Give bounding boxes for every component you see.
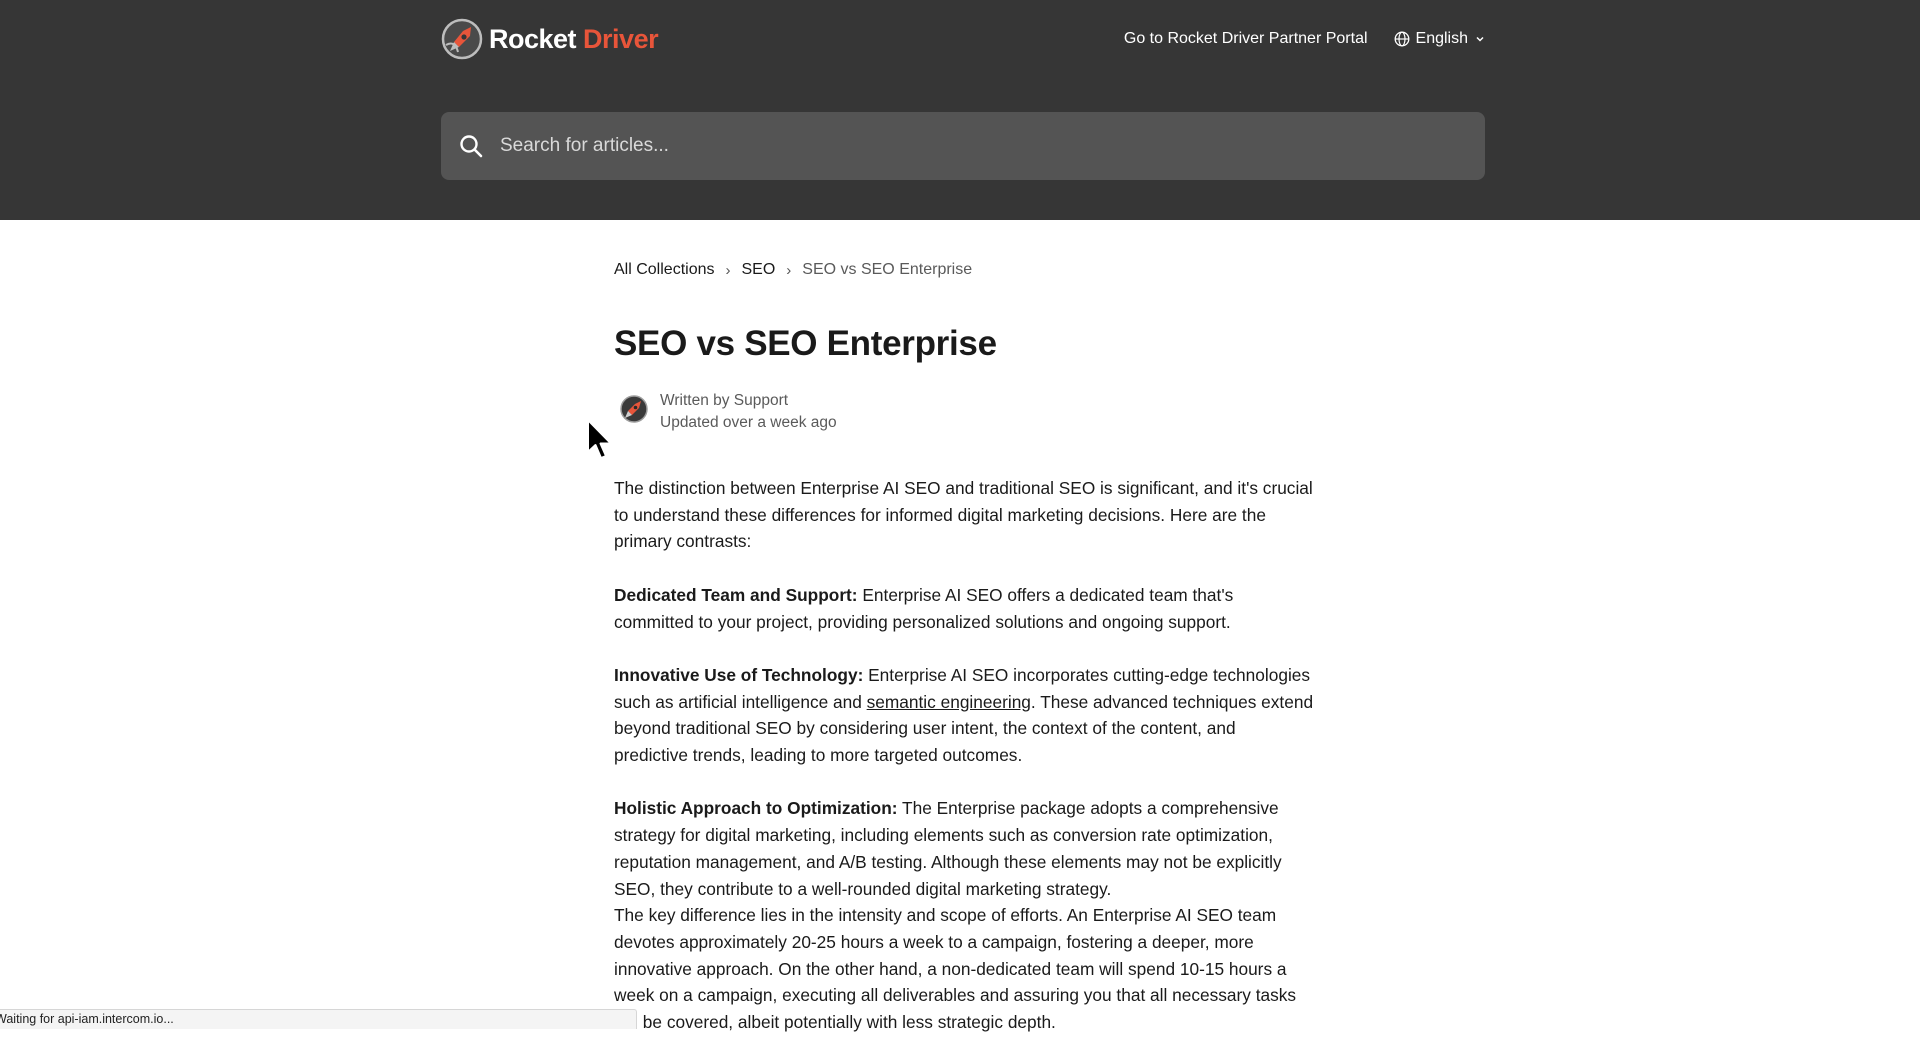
semantic-engineering-link[interactable]: semantic engineering [867,692,1031,712]
language-label: English [1415,30,1468,47]
section-heading: Holistic Approach to Optimization: [614,798,898,819]
breadcrumb-separator: › [786,261,792,279]
header-inner: Rocket Driver Go to Rocket Driver Partne… [441,0,1485,220]
chevron-down-icon [1476,36,1484,42]
header-nav: Go to Rocket Driver Partner Portal Engli… [1124,26,1485,52]
author-avatar [620,395,648,423]
logo-word-rocket: Rocket [489,23,577,54]
language-selector[interactable]: English [1394,30,1485,48]
breadcrumb: All Collections › SEO › SEO vs SEO Enter… [614,261,1314,279]
written-by: Written by Support [660,392,789,409]
rocket-logo-icon [441,18,483,60]
article-intro: The distinction between Enterprise AI SE… [614,478,1313,552]
breadcrumb-separator: › [725,261,731,279]
site-header: Rocket Driver Go to Rocket Driver Partne… [0,0,1920,220]
article-body: The distinction between Enterprise AI SE… [614,475,1314,1036]
article-title: SEO vs SEO Enterprise [614,324,997,363]
logo-word-driver: Driver [583,23,659,54]
breadcrumb-all-collections[interactable]: All Collections [614,261,714,279]
status-text: Waiting for api-iam.intercom.io... [0,1012,174,1026]
section-heading: Innovative Use of Technology: [614,664,864,685]
search-bar[interactable] [441,112,1485,180]
rocket-driver-logo[interactable]: Rocket Driver [441,18,659,60]
article-content: All Collections › SEO › SEO vs SEO Enter… [614,220,1314,1062]
search-icon [458,133,484,159]
section-innovative-technology: Innovative Use of Technology: Enterprise… [614,662,1314,769]
section-holistic-approach: Holistic Approach to Optimization: The E… [614,795,1314,902]
breadcrumb-current: SEO vs SEO Enterprise [802,261,973,278]
author-block: Written by Support Updated over a week a… [614,390,1314,434]
section-dedicated-team: Dedicated Team and Support: Enterprise A… [614,582,1314,635]
logo-wordmark: Rocket Driver [489,23,659,55]
section-heading: Dedicated Team and Support: [614,584,858,605]
author-meta: Written by Support Updated over a week a… [660,390,837,434]
updated-time: Updated over a week ago [660,414,837,431]
breadcrumb-seo[interactable]: SEO [741,261,775,279]
article-closing: The key difference lies in the intensity… [614,905,1297,1033]
search-input[interactable] [498,115,1485,177]
globe-icon [1394,31,1409,47]
partner-portal-link[interactable]: Go to Rocket Driver Partner Portal [1124,30,1368,48]
browser-status-bar: Waiting for api-iam.intercom.io... [0,1009,637,1029]
mouse-cursor-icon [587,419,612,459]
